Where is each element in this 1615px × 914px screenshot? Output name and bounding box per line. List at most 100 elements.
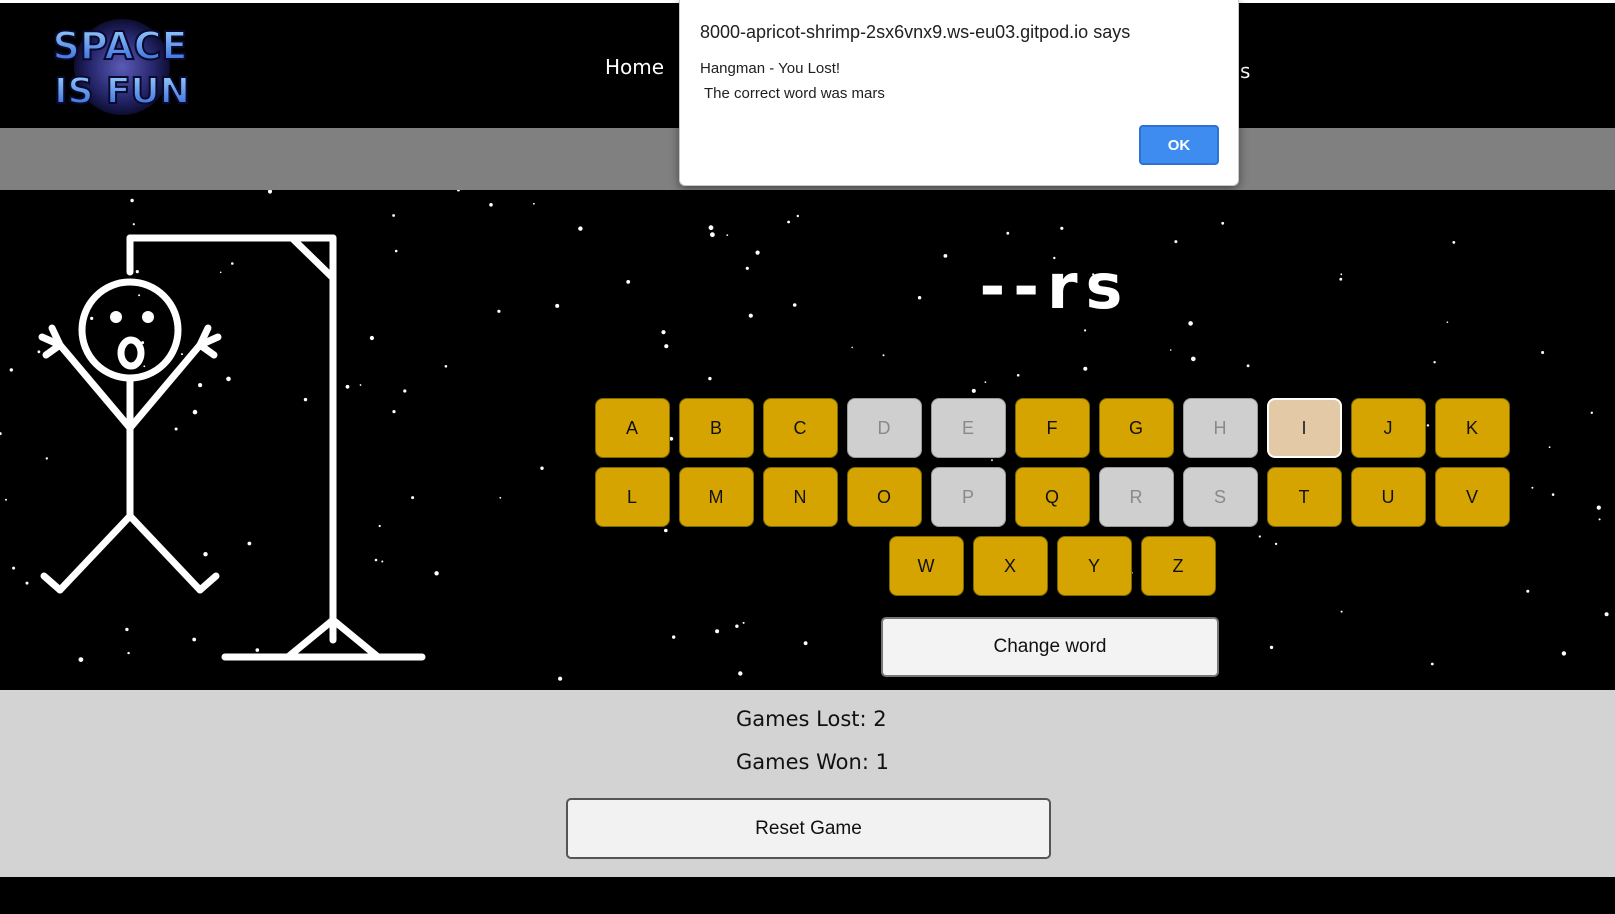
letter-key-a[interactable]: A (594, 398, 670, 458)
star (742, 621, 745, 624)
logo-line-2: IS FUN (54, 71, 190, 112)
star (1060, 226, 1064, 230)
alert-dialog: 8000-apricot-shrimp-2sx6vnx9.ws-eu03.git… (679, 0, 1239, 186)
star (1169, 349, 1172, 351)
star (1604, 612, 1609, 617)
star (803, 641, 808, 646)
star (1174, 240, 1178, 244)
games-won-counter: Games Won: 1 (736, 750, 889, 774)
star (1590, 411, 1594, 414)
main-nav: Home F (605, 55, 690, 85)
dialog-title: 8000-apricot-shrimp-2sx6vnx9.ws-eu03.git… (700, 22, 1131, 42)
game-area: --rs ABCDEFGHIJK LMNOPQRSTUV WXYZ Change w… (0, 190, 1615, 690)
star (499, 496, 502, 499)
games-lost-counter: Games Lost: 2 (736, 707, 887, 731)
letter-key-r[interactable]: R (1098, 467, 1174, 527)
letter-key-y[interactable]: Y (1056, 536, 1132, 596)
letter-key-s[interactable]: S (1182, 467, 1258, 527)
letter-key-q[interactable]: Q (1014, 467, 1090, 527)
star (735, 624, 739, 628)
star (708, 376, 712, 381)
star (1084, 329, 1087, 332)
star (882, 354, 885, 357)
star (748, 313, 753, 318)
star (558, 676, 563, 681)
letter-key-w[interactable]: W (888, 536, 964, 596)
star (626, 280, 631, 284)
star (1006, 231, 1010, 235)
star (434, 571, 439, 576)
letter-key-x[interactable]: X (972, 536, 1048, 596)
letter-key-c[interactable]: C (762, 398, 838, 458)
star (792, 303, 797, 307)
space-is-fun-logo[interactable]: SPACE IS FUN (30, 17, 210, 119)
star (917, 296, 922, 300)
star (1548, 446, 1551, 449)
letter-key-t[interactable]: T (1266, 467, 1342, 527)
star (851, 346, 853, 349)
letter-key-z[interactable]: Z (1140, 536, 1216, 596)
letter-key-u[interactable]: U (1350, 467, 1426, 527)
star (12, 566, 16, 570)
letter-key-m[interactable]: M (678, 467, 754, 527)
star (984, 381, 987, 383)
letter-key-k[interactable]: K (1434, 398, 1510, 458)
dialog-ok-button[interactable]: OK (1139, 125, 1219, 165)
star (456, 190, 460, 192)
star (1561, 651, 1567, 656)
star (533, 202, 535, 205)
keyboard-row: LMNOPQRSTUV (592, 467, 1512, 527)
star (1452, 241, 1456, 244)
star (708, 225, 714, 231)
star (710, 232, 715, 238)
letter-key-g[interactable]: G (1098, 398, 1174, 458)
letter-key-h[interactable]: H (1182, 398, 1258, 458)
star (796, 214, 799, 218)
star (1531, 486, 1534, 489)
star (578, 226, 583, 231)
star (1188, 321, 1193, 326)
star (1339, 277, 1343, 281)
nav-home[interactable]: Home (605, 55, 664, 85)
letter-key-l[interactable]: L (594, 467, 670, 527)
star (726, 234, 729, 236)
star (1430, 662, 1434, 666)
star (715, 629, 720, 634)
star (1269, 645, 1274, 650)
change-word-button[interactable]: Change word (881, 617, 1219, 677)
letter-key-j[interactable]: J (1350, 398, 1426, 458)
star (787, 220, 790, 224)
letter-key-n[interactable]: N (762, 467, 838, 527)
star (738, 671, 743, 676)
star (25, 581, 29, 585)
star (1221, 221, 1225, 225)
star (1551, 493, 1555, 496)
logo-line-1: SPACE (53, 24, 188, 68)
star (672, 635, 676, 639)
star (1433, 361, 1436, 364)
reset-game-button[interactable]: Reset Game (566, 798, 1051, 859)
star (745, 266, 749, 270)
star (489, 203, 493, 207)
dialog-message-line-1: Hangman - You Lost! (700, 60, 841, 77)
letter-key-e[interactable]: E (930, 398, 1006, 458)
letter-key-b[interactable]: B (678, 398, 754, 458)
letter-key-i[interactable]: I (1266, 398, 1342, 458)
letter-key-p[interactable]: P (930, 467, 1006, 527)
letter-key-f[interactable]: F (1014, 398, 1090, 458)
hangman-drawing (38, 234, 426, 661)
star (1526, 589, 1530, 593)
keyboard-row: WXYZ (592, 536, 1512, 596)
star (1446, 321, 1449, 323)
star (1598, 518, 1601, 521)
star (9, 368, 13, 372)
letter-key-v[interactable]: V (1434, 467, 1510, 527)
letter-key-d[interactable]: D (846, 398, 922, 458)
star (1016, 374, 1020, 377)
letter-key-o[interactable]: O (846, 467, 922, 527)
letter-keyboard: ABCDEFGHIJK LMNOPQRSTUV WXYZ (592, 398, 1512, 605)
star (755, 250, 760, 255)
footer-starfield (0, 877, 1615, 914)
keyboard-row: ABCDEFGHIJK (592, 398, 1512, 458)
star (1340, 610, 1343, 613)
